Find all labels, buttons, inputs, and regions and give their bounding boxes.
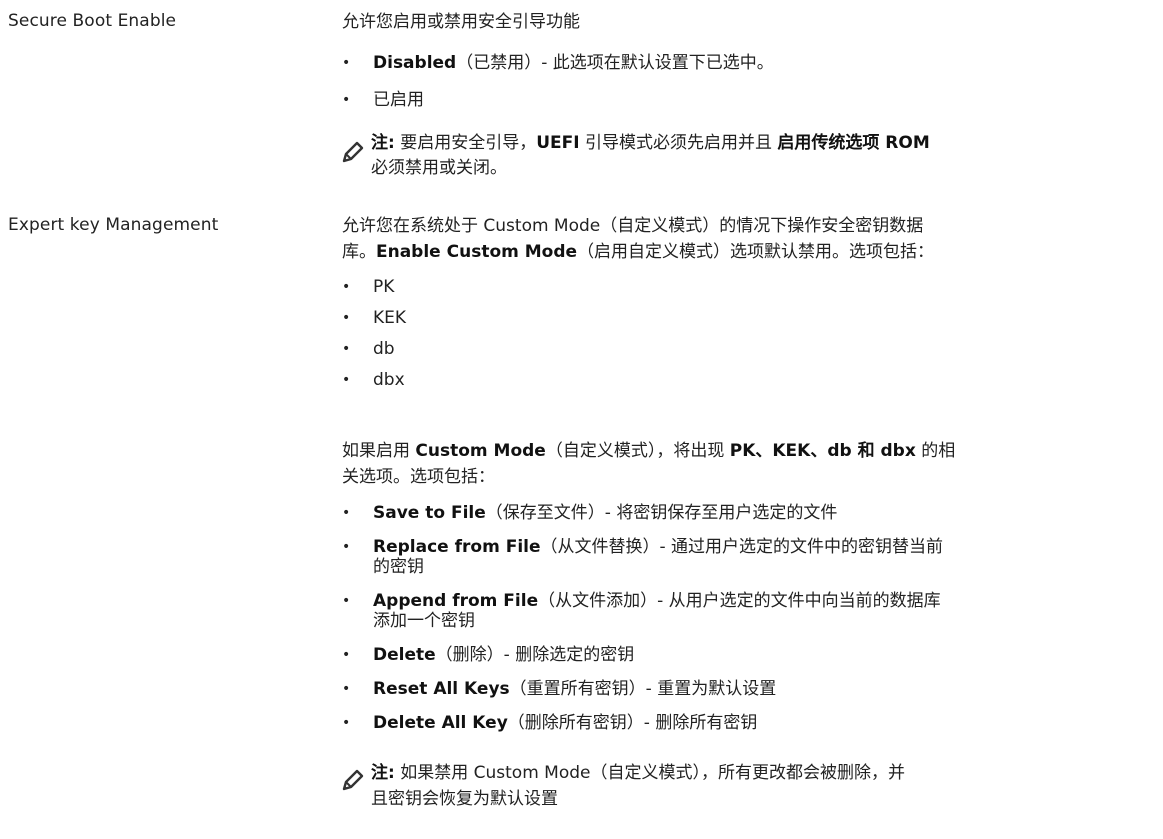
note-line-2: 必须禁用或关闭。 — [371, 158, 507, 178]
bullet: • — [342, 647, 351, 663]
para-bold: PK、KEK、db 和 dbx — [729, 441, 916, 461]
option-name: Delete All Key — [373, 713, 508, 733]
option-name: Save to File — [373, 503, 486, 523]
option-desc: （删除所有密钥）- 删除所有密钥 — [507, 713, 758, 733]
pencil-note-icon — [342, 141, 364, 163]
note-line-2: 且密钥会恢复为默认设置 — [371, 789, 558, 809]
secure-boot-desc: 允许您启用或禁用安全引导功能 — [342, 12, 580, 32]
key-name: KEK — [373, 308, 407, 328]
bullet: • — [342, 92, 351, 108]
setting-label-expert-key: Expert key Management — [8, 215, 219, 235]
desc-text: 库。 — [342, 242, 376, 262]
option-desc: （保存至文件）- 将密钥保存至用户选定的文件 — [485, 503, 838, 523]
expert-key-desc-line2: 库。Enable Custom Mode（启用自定义模式）选项默认禁用。选项包括… — [342, 241, 934, 263]
note-prefix: 注: — [371, 763, 395, 783]
key-name: dbx — [373, 370, 405, 390]
custom-mode-para-line1: 如果启用 Custom Mode（自定义模式），将出现 PK、KEK、db 和 … — [342, 440, 955, 462]
custom-mode-para-line2: 关选项。选项包括： — [342, 467, 495, 487]
option-desc: （从文件替换）- 通过用户选定的文件中的密钥替当前 — [540, 537, 944, 557]
para-text: 如果启用 — [342, 441, 416, 461]
note-bold: 启用传统选项 ROM — [777, 133, 930, 153]
bullet: • — [342, 372, 351, 388]
bullet: • — [342, 341, 351, 357]
option-desc: 已启用 — [373, 90, 424, 110]
key-name: PK — [373, 277, 395, 297]
key-name: db — [373, 339, 395, 359]
option-name: Append from File — [373, 591, 539, 611]
option-name: Replace from File — [373, 537, 541, 557]
option-name: Disabled — [373, 53, 457, 73]
note-text: 如果禁用 Custom Mode（自定义模式），所有更改都会被删除，并 — [394, 763, 905, 783]
option-desc-cont: 添加一个密钥 — [373, 611, 475, 631]
option-desc-cont: 的密钥 — [373, 557, 424, 577]
option-desc: （从文件添加）- 从用户选定的文件中向当前的数据库 — [538, 591, 941, 611]
note-text: 要启用安全引导， — [394, 133, 537, 153]
option-desc: （已禁用）- 此选项在默认设置下已选中。 — [456, 53, 774, 73]
para-text: （自定义模式），将出现 — [545, 441, 730, 461]
bullet: • — [342, 505, 351, 521]
desc-bold: Enable Custom Mode — [376, 242, 578, 262]
note-text: 引导模式必须先启用并且 — [579, 133, 778, 153]
note-prefix: 注: — [371, 133, 395, 153]
option-desc: （重置所有密钥）- 重置为默认设置 — [509, 679, 777, 699]
bullet: • — [342, 539, 351, 555]
setting-label-secure-boot: Secure Boot Enable — [8, 11, 177, 31]
note-bold: UEFI — [536, 133, 580, 153]
expert-key-desc-line1: 允许您在系统处于 Custom Mode（自定义模式）的情况下操作安全密钥数据 — [342, 216, 924, 236]
option-desc: （删除）- 删除选定的密钥 — [435, 645, 635, 665]
bullet: • — [342, 593, 351, 609]
bullet: • — [342, 310, 351, 326]
option-name: Delete — [373, 645, 436, 665]
bullet: • — [342, 55, 351, 71]
bullet: • — [342, 715, 351, 731]
pencil-note-icon — [342, 769, 364, 791]
bullet: • — [342, 681, 351, 697]
note-line-1: 注: 如果禁用 Custom Mode（自定义模式），所有更改都会被删除，并 — [371, 762, 905, 784]
bullet: • — [342, 279, 351, 295]
note-line-1: 注: 要启用安全引导，UEFI 引导模式必须先启用并且 启用传统选项 ROM — [371, 132, 930, 154]
option-name: Reset All Keys — [373, 679, 510, 699]
para-bold: Custom Mode — [415, 441, 546, 461]
desc-text: （启用自定义模式）选项默认禁用。选项包括： — [577, 242, 935, 262]
para-text: 的相 — [915, 441, 956, 461]
